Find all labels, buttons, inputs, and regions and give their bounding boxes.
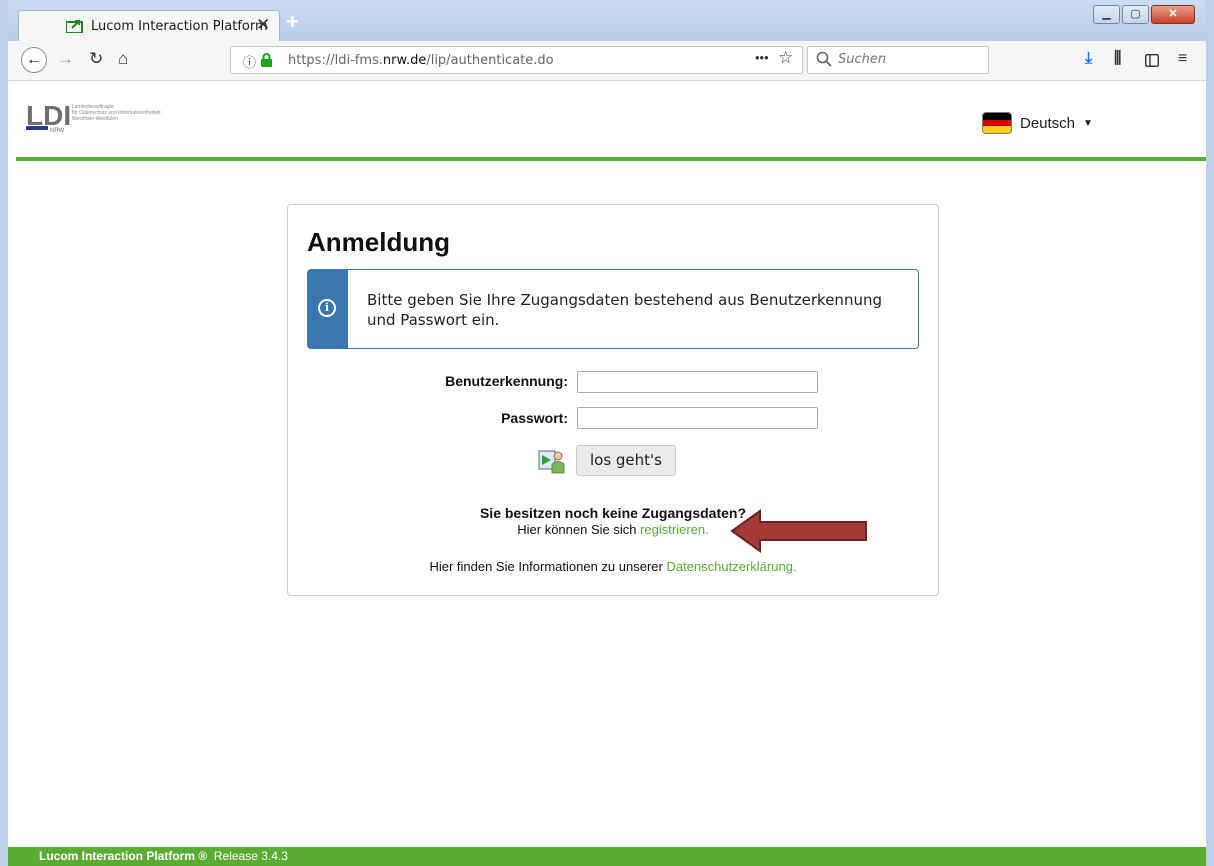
footer-product: Lucom Interaction Platform ®: [39, 849, 208, 863]
close-window-button[interactable]: ✕: [1151, 5, 1195, 24]
info-sidebar: i: [308, 270, 348, 348]
reload-icon[interactable]: ↻: [89, 49, 103, 69]
address-bar[interactable]: ⓘ https://ldi-fms.nrw.de/lip/authenticat…: [230, 46, 803, 74]
language-selector[interactable]: Deutsch ▼: [982, 112, 1093, 134]
register-link[interactable]: registrieren.: [640, 522, 709, 537]
login-user-icon: [538, 450, 565, 474]
svg-text:Nordrhein-Westfalen: Nordrhein-Westfalen: [72, 116, 118, 122]
app-tab-icon: [66, 20, 83, 33]
login-submit-button[interactable]: los geht's: [576, 445, 676, 476]
info-icon[interactable]: ⓘ: [243, 52, 256, 71]
sidebar-icon[interactable]: [1145, 54, 1159, 67]
lock-icon: [261, 53, 272, 67]
library-icon[interactable]: ⫼: [1114, 50, 1122, 68]
password-label: Passwort:: [501, 410, 568, 426]
minimize-button[interactable]: ▁: [1093, 5, 1120, 24]
site-footer: Lucom Interaction Platform ® Release 3.4…: [8, 847, 1206, 866]
red-arrow-annotation: [730, 509, 867, 553]
german-flag-icon: [982, 112, 1012, 134]
caret-down-icon: ▼: [1083, 117, 1093, 129]
username-input[interactable]: [577, 371, 818, 393]
home-icon[interactable]: ⌂: [118, 49, 128, 69]
page-title: Anmeldung: [307, 227, 450, 257]
new-tab-icon[interactable]: +: [286, 9, 299, 35]
url-text: https://ldi-fms.nrw.de/lip/authenticate.…: [288, 53, 554, 68]
back-icon[interactable]: ←: [21, 47, 47, 73]
username-label: Benutzerkennung:: [445, 373, 568, 389]
privacy-line: Hier finden Sie Informationen zu unserer…: [429, 559, 797, 574]
search-icon: [816, 51, 832, 67]
info-text: Bitte geben Sie Ihre Zugangsdaten besteh…: [367, 291, 882, 329]
info-circle-icon: i: [318, 299, 336, 317]
site-header: LDI NRW Landesbeauftragte für Datenschut…: [16, 81, 1206, 161]
menu-icon[interactable]: ≡: [1178, 50, 1187, 68]
search-bar[interactable]: [807, 46, 989, 74]
info-message: i Bitte geben Sie Ihre Zugangsdaten best…: [307, 269, 919, 349]
browser-titlebar: Lucom Interaction Platform ✕ + ▁ ▢ ✕: [8, 0, 1206, 41]
privacy-link[interactable]: Datenschutzerklärung.: [666, 559, 796, 574]
tab-active[interactable]: Lucom Interaction Platform ✕: [18, 10, 280, 41]
ldi-logo[interactable]: LDI NRW Landesbeauftragte für Datenschut…: [26, 99, 226, 135]
window-controls: ▁ ▢ ✕: [1093, 5, 1195, 24]
maximize-button[interactable]: ▢: [1122, 5, 1149, 24]
tab-close-icon[interactable]: ✕: [256, 15, 270, 35]
star-icon[interactable]: ☆: [778, 48, 793, 68]
footer-release: Release 3.4.3: [213, 849, 288, 863]
search-input[interactable]: [838, 52, 978, 67]
forward-icon[interactable]: →: [57, 49, 74, 69]
browser-navbar: ← → ↻ ⌂ ⓘ https://ldi-fms.nrw.de/lip/aut…: [8, 41, 1206, 81]
password-input[interactable]: [577, 407, 818, 429]
more-icon[interactable]: •••: [755, 50, 769, 65]
tab-title: Lucom Interaction Platform: [91, 19, 268, 34]
language-label: Deutsch: [1020, 114, 1076, 132]
svg-text:NRW: NRW: [50, 128, 65, 134]
download-icon[interactable]: ⤓: [1085, 50, 1092, 68]
